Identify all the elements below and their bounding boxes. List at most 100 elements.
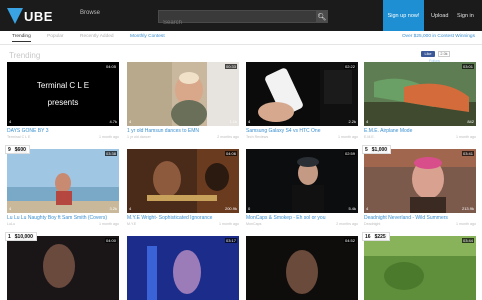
like-count: 200.9k bbox=[224, 206, 237, 211]
video-thumbnail[interactable]: 02:22 4 2.2k bbox=[246, 62, 358, 126]
video-card[interactable]: Terminal C L E presents 04:05 4 4.7k DAY… bbox=[7, 62, 119, 139]
video-card[interactable]: 02:59 0 5.4k MonCaps & Smokep - Eh sol o… bbox=[246, 149, 358, 226]
video-author[interactable]: LuLu bbox=[7, 222, 15, 226]
logo-v-icon bbox=[7, 8, 23, 24]
video-card[interactable]: 00:33 4 1.1k 1 yr old Hamsun dances to E… bbox=[127, 62, 239, 139]
video-author[interactable]: Deadnight bbox=[364, 222, 380, 226]
video-age: 1 month ago bbox=[219, 222, 239, 226]
like-count: 1.1k bbox=[229, 119, 237, 124]
contest-winnings-link[interactable]: Over $25,000 in Contest Winnings bbox=[402, 34, 475, 39]
view-count: 4 bbox=[366, 206, 369, 211]
thumbnail-image bbox=[364, 62, 476, 126]
duration: 02:59 bbox=[343, 151, 356, 156]
video-author[interactable]: M.Y.E bbox=[127, 222, 136, 226]
thumb-text-line-2: presents bbox=[48, 98, 79, 107]
video-card[interactable]: 04:00 1 $10,000 bbox=[5, 232, 119, 300]
video-title[interactable]: 1 yr old Hamsun dances to EMN bbox=[127, 128, 239, 134]
thumbnail-image: Terminal C L E presents bbox=[7, 62, 119, 126]
duration: 04:00 bbox=[104, 238, 117, 243]
video-thumbnail[interactable]: 03:17 bbox=[127, 236, 239, 300]
upload-link[interactable]: Upload bbox=[431, 13, 448, 19]
duration: 03:01 bbox=[461, 64, 474, 69]
video-thumbnail[interactable]: 04:00 bbox=[7, 236, 119, 300]
video-title[interactable]: E.M.E. Airplane Mode bbox=[364, 128, 476, 134]
video-thumbnail[interactable]: 03:38 4 3.2k bbox=[7, 149, 119, 213]
search-icon: 🔍︎ bbox=[317, 13, 327, 21]
video-card[interactable]: 04:06 4 200.9k M.Y.E Wright- Sophisticat… bbox=[127, 149, 239, 226]
tab-monthly-contest[interactable]: Monthly Contest bbox=[130, 34, 165, 39]
tab-recently-added[interactable]: Recently Added bbox=[80, 34, 114, 39]
video-author[interactable]: E.M.E. bbox=[364, 135, 375, 139]
video-thumbnail[interactable]: 02:59 0 5.4k bbox=[246, 149, 358, 213]
view-count: 4 bbox=[248, 119, 251, 124]
logo-text: UBE bbox=[24, 8, 53, 24]
video-age: 1 month ago bbox=[456, 222, 476, 226]
video-thumbnail[interactable]: 04:06 4 200.9k bbox=[127, 149, 239, 213]
video-thumbnail[interactable]: 03:41 4 213.9k bbox=[364, 149, 476, 213]
video-thumbnail[interactable]: 03:01 4 842 bbox=[364, 62, 476, 126]
like-count: 213.9k bbox=[461, 206, 474, 211]
video-title[interactable]: DAYS GONE BY 3 bbox=[7, 128, 119, 134]
rank-number: 16 bbox=[365, 233, 371, 240]
video-card[interactable]: 03:17 bbox=[127, 236, 239, 300]
search-button[interactable]: 🔍︎ bbox=[316, 10, 328, 23]
video-thumbnail[interactable]: 00:33 4 1.1k bbox=[127, 62, 239, 126]
view-count: 4 bbox=[9, 119, 12, 124]
tab-popular[interactable]: Popular bbox=[47, 34, 64, 39]
search-box bbox=[158, 10, 328, 29]
video-author[interactable]: 1 yr old dancer bbox=[127, 135, 151, 139]
prize-amount: $10,000 bbox=[13, 233, 34, 240]
video-title[interactable]: Lu Lu Lu Naughty Boy ft Sam Smith (Cover… bbox=[7, 215, 119, 221]
video-title[interactable]: MonCaps & Smokep - Eh sol or you bbox=[246, 215, 358, 221]
view-count: 4 bbox=[129, 206, 132, 211]
browse-link[interactable]: Browse bbox=[80, 10, 100, 16]
video-author[interactable]: Tech Reviews bbox=[246, 135, 268, 139]
video-author[interactable]: Terminal C L E bbox=[7, 135, 30, 139]
video-thumbnail[interactable]: Terminal C L E presents 04:05 4 4.7k bbox=[7, 62, 119, 126]
duration: 03:17 bbox=[224, 238, 237, 243]
video-thumbnail[interactable]: 04:52 bbox=[246, 236, 358, 300]
video-author[interactable]: MonCaps bbox=[246, 222, 261, 226]
video-card[interactable]: 03:01 4 842 E.M.E. Airplane Mode E.M.E. 1… bbox=[364, 62, 476, 139]
video-title[interactable]: M.Y.E Wright- Sophisticated Ignorance bbox=[127, 215, 239, 221]
thumbnail-image bbox=[246, 62, 358, 126]
video-thumbnail[interactable]: 03:44 bbox=[364, 236, 476, 300]
vube-logo[interactable]: UBE bbox=[7, 6, 53, 26]
duration: 02:22 bbox=[343, 64, 356, 69]
prize-amount: $600 bbox=[13, 146, 27, 153]
video-age: 1 month ago bbox=[99, 222, 119, 226]
video-card[interactable]: 03:38 4 3.2k 9 $600 Lu Lu Lu Naughty Boy… bbox=[5, 145, 119, 226]
video-title[interactable]: Samsung Galaxy S4 vs HTC One bbox=[246, 128, 358, 134]
video-age: 1 month ago bbox=[99, 135, 119, 139]
contest-rank-badge: 5 $1,000 bbox=[362, 145, 392, 154]
sub-nav: Trending Popular Recently Added Monthly … bbox=[0, 31, 482, 45]
video-card[interactable]: 02:22 4 2.2k Samsung Galaxy S4 vs HTC On… bbox=[246, 62, 358, 139]
duration: 04:52 bbox=[343, 238, 356, 243]
tab-trending[interactable]: Trending bbox=[12, 34, 31, 42]
thumbnail-image bbox=[364, 149, 476, 213]
view-count: 4 bbox=[129, 119, 132, 124]
prize-amount: $225 bbox=[373, 233, 387, 240]
video-card[interactable]: 03:41 4 213.9k 5 $1,000 Deadnight Neverl… bbox=[362, 145, 476, 226]
thumb-text-line-1: Terminal C L E bbox=[37, 81, 89, 90]
like-count: 2.0k bbox=[438, 51, 450, 57]
facebook-like-button[interactable]: Like bbox=[421, 51, 435, 57]
video-title[interactable]: Deadnight Neverland - Wild Summers bbox=[364, 215, 476, 221]
video-age: 2 months ago bbox=[336, 222, 358, 226]
view-count: 4 bbox=[366, 119, 369, 124]
video-card[interactable]: 04:52 bbox=[246, 236, 358, 300]
duration: 00:33 bbox=[224, 64, 237, 69]
rank-number: 5 bbox=[365, 146, 368, 153]
like-count: 3.2k bbox=[109, 206, 117, 211]
contest-rank-badge: 16 $225 bbox=[362, 232, 390, 241]
search-input[interactable] bbox=[159, 17, 313, 29]
thumbnail-image bbox=[127, 236, 239, 300]
rank-number: 1 bbox=[8, 233, 11, 240]
video-card[interactable]: 03:44 16 $225 bbox=[362, 232, 476, 300]
video-age: 1 month ago bbox=[456, 135, 476, 139]
like-count: 5.4k bbox=[348, 206, 356, 211]
signin-link[interactable]: Sign in bbox=[457, 13, 474, 19]
contest-rank-badge: 1 $10,000 bbox=[5, 232, 37, 241]
signup-button[interactable]: Sign up now! bbox=[383, 0, 424, 31]
duration: 03:41 bbox=[461, 151, 474, 156]
